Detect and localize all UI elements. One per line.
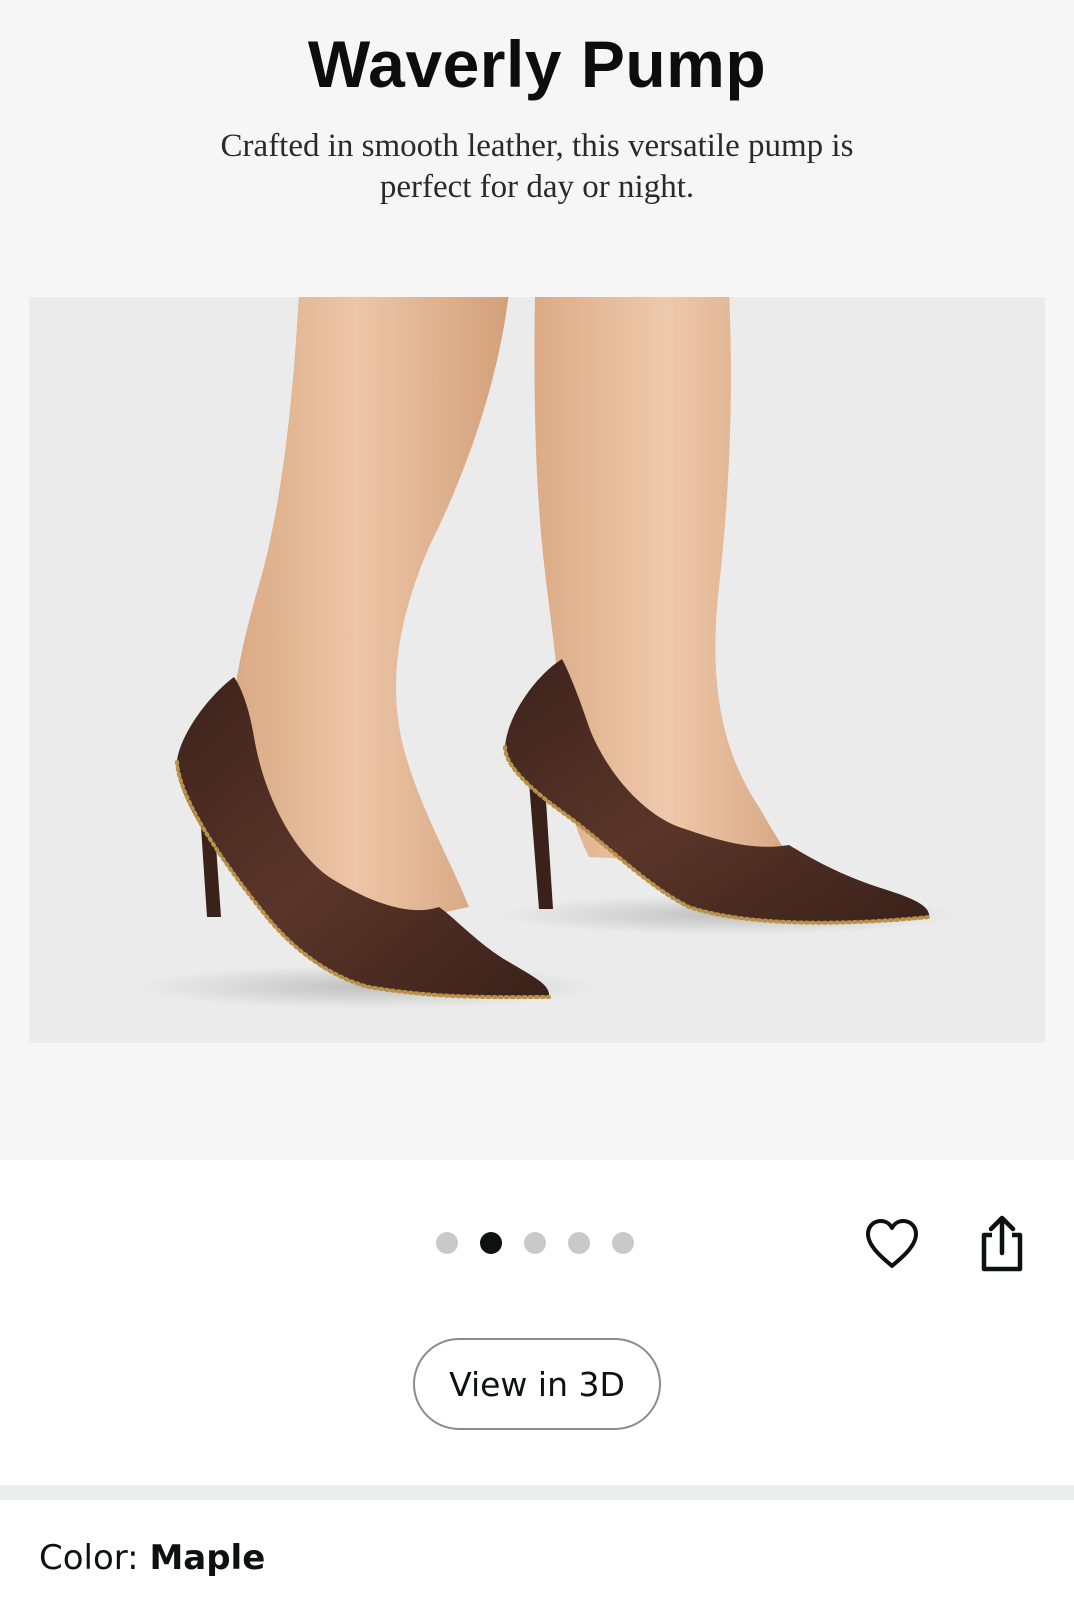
view-in-3d-button[interactable]: View in 3D: [413, 1338, 661, 1430]
carousel-dot[interactable]: [568, 1232, 590, 1254]
share-button[interactable]: [970, 1212, 1034, 1276]
color-label: Color:: [39, 1538, 150, 1578]
carousel-dot[interactable]: [436, 1232, 458, 1254]
carousel-dot[interactable]: [524, 1232, 546, 1254]
product-hero: Waverly Pump Crafted in smooth leather, …: [0, 0, 1074, 1160]
color-value: Maple: [149, 1538, 266, 1578]
product-image[interactable]: [29, 297, 1045, 1043]
carousel-dot[interactable]: [612, 1232, 634, 1254]
section-divider: [0, 1485, 1074, 1500]
product-title: Waverly Pump: [307, 27, 767, 101]
color-selection: Color: Maple: [39, 1538, 265, 1578]
product-description: Crafted in smooth leather, this versatil…: [220, 128, 854, 205]
share-icon: [981, 1215, 1023, 1272]
carousel-dot-active[interactable]: [480, 1232, 502, 1254]
wishlist-button[interactable]: [860, 1212, 924, 1276]
image-carousel-dots: [436, 1232, 634, 1254]
heart-icon: [866, 1219, 918, 1268]
